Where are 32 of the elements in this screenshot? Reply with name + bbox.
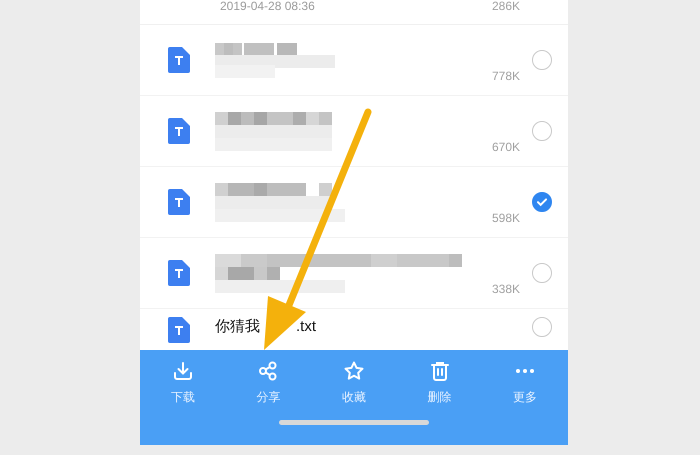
toolbar-button[interactable]: 删除 bbox=[422, 360, 458, 406]
download-icon bbox=[172, 360, 194, 382]
file-row[interactable]: 778K bbox=[140, 25, 568, 96]
file-name: 你猜我 bbox=[215, 317, 260, 336]
document-icon bbox=[168, 118, 190, 144]
file-name: .txt bbox=[296, 318, 316, 335]
file-row[interactable]: 598K bbox=[140, 167, 568, 238]
trash-icon bbox=[428, 360, 451, 382]
file-size: 778K bbox=[492, 69, 520, 83]
toolbar-button[interactable]: 下载 bbox=[164, 360, 201, 406]
file-size: 670K bbox=[492, 140, 520, 154]
file-date: 2019-04-28 08:36 bbox=[220, 0, 315, 13]
more-icon bbox=[514, 369, 536, 373]
file-size: 338K bbox=[492, 282, 520, 296]
document-icon bbox=[168, 317, 190, 343]
share-icon bbox=[257, 360, 280, 382]
document-icon bbox=[168, 47, 190, 73]
file-row[interactable]: 670K bbox=[140, 96, 568, 167]
file-size: 598K bbox=[492, 211, 520, 225]
empty-circle-icon[interactable] bbox=[532, 263, 552, 283]
toolbar-button[interactable]: 更多 bbox=[507, 360, 544, 406]
toolbar-button[interactable]: 收藏 bbox=[336, 360, 372, 406]
file-row[interactable]: 338K bbox=[140, 238, 568, 309]
toolbar-button[interactable]: 分享 bbox=[250, 360, 286, 406]
document-icon bbox=[168, 260, 190, 286]
checked-circle-icon[interactable] bbox=[532, 192, 552, 212]
empty-circle-icon[interactable] bbox=[532, 317, 552, 337]
empty-circle-icon[interactable] bbox=[532, 121, 552, 141]
document-icon bbox=[168, 189, 190, 215]
file-size: 286K bbox=[492, 0, 520, 13]
empty-circle-icon[interactable] bbox=[532, 50, 552, 70]
star-icon bbox=[342, 360, 365, 382]
